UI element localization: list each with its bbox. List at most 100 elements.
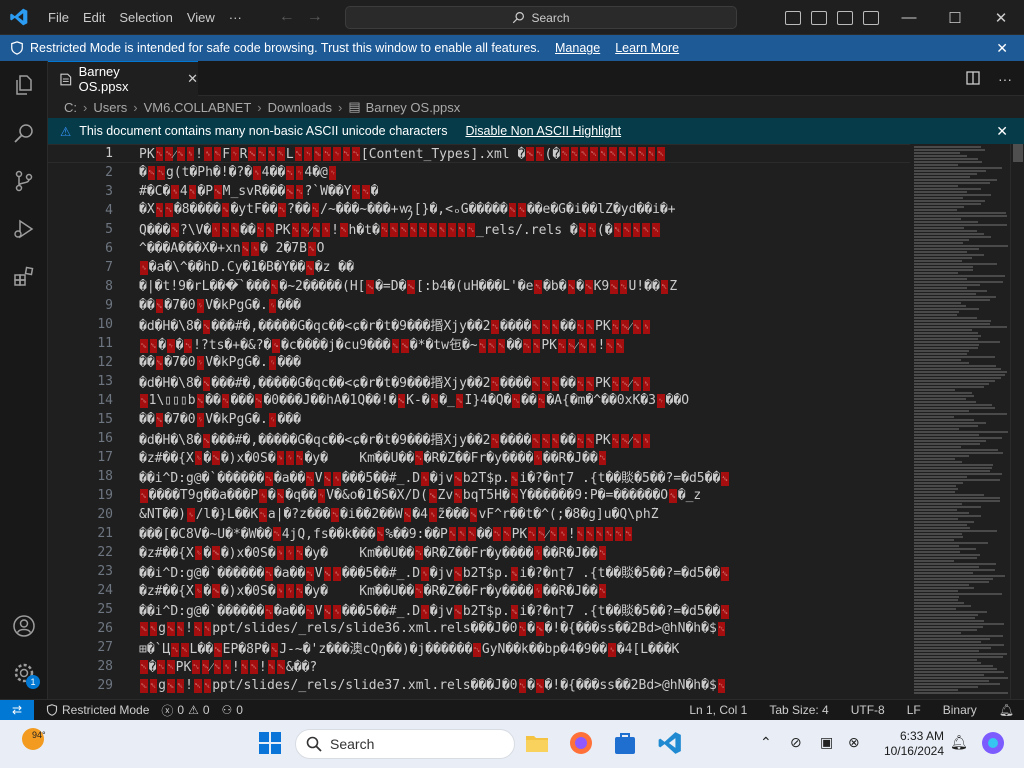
code-line[interactable]: 4 �X ␂ ␃ �8���� ␆ �ytF�� ␃ ?�� ␃/~���~���+ꪃ[}�,<ₒ… [48, 201, 910, 220]
breadcrumb-users[interactable]: Users [93, 100, 127, 115]
cursor-position[interactable]: Ln 1, Col 1 [689, 703, 747, 717]
code-line[interactable]: 21 ���[�C8V�~U�*�W�� ␃ 4jQ,fs��k��� ␆ %��9:��… [48, 524, 910, 543]
menu-file[interactable]: File [41, 6, 76, 29]
minimap-line [914, 623, 1004, 625]
menu-more[interactable]: ··· [222, 6, 249, 29]
line-number: 20 [97, 507, 113, 522]
code-line[interactable]: 3 #�C� ␈ 4 ␀ �P ␅ M_svR��� ␅ ␃ ?`W��Y ␃ ␂ � [48, 182, 910, 201]
minimap-line [914, 686, 979, 688]
disable-highlight-link[interactable]: Disable Non ASCII Highlight [465, 124, 621, 138]
manage-link[interactable]: Manage [555, 41, 600, 55]
code-line[interactable]: 29 ␁ ␀ g ␅ ␀! ␀ ␀ ppt/slides/_rels/slide37.xml.r… [48, 676, 910, 695]
code-line[interactable]: 22 �z#��{X␎�␅�)x�0S�␍␌␃�y� Kmֿ��U��␃�R�Z�… [48, 543, 910, 562]
menu-view[interactable]: View [180, 6, 222, 29]
minimap[interactable] [910, 144, 1010, 699]
code-line[interactable]: 9 �� ␆ �7�0 ␌ V�kPgG�. ␌ ��� [48, 296, 910, 315]
code-line[interactable]: 17 �z#��{X␎�␅�)x�0S�␍␌␃�y� Kmֿ��U��␃�R�Z�… [48, 448, 910, 467]
windows-start-icon[interactable] [257, 730, 283, 756]
code-line[interactable]: 20 &NT��) ␎/l�}L��K ␃ a|�?z��� ␂ �i��2��W ␅ �4 ␈ z… [48, 505, 910, 524]
customize-layout-icon[interactable] [863, 10, 879, 25]
code-line[interactable]: 6 ^���A���X�+xn ␅ ␎ � 2�7B ␆ O [48, 239, 910, 258]
code-line[interactable]: 10 �d�H�\8� ␖ ���#�,�����G�qc��<ɕ�r�t�9���㨉… [48, 315, 910, 334]
vertical-scrollbar[interactable] [1010, 144, 1024, 699]
end-of-line[interactable]: LF [907, 703, 921, 717]
more-actions-icon[interactable]: ··· [998, 71, 1012, 87]
minimap-line [914, 584, 969, 586]
toggle-panel-icon[interactable] [811, 10, 827, 25]
minimize-button[interactable]: — [886, 9, 932, 26]
code-line[interactable]: 11 ␛ ␆ � ␉ � ␃ !?ts�+�&?� ␙ �c����j�cu9��� ␆ ␅ �*�tw… [48, 334, 910, 353]
firefox-icon[interactable] [568, 730, 594, 756]
code-line[interactable]: 12 �� ␆ �7�0 ␌ V�kPgG�. ␌ ��� [48, 353, 910, 372]
menu-edit[interactable]: Edit [76, 6, 112, 29]
code-line[interactable]: 1 PK ␃ ␄ ⁄ ␆ ␈! ␞ ␑ F ␋ R ␅ ␃ ␐ ␑ L ␐ ␋ ␁ ␃ ␋ ␂ ␃ [Content_Types… [48, 144, 910, 163]
forward-arrow-icon[interactable]: → [307, 8, 323, 26]
code-editor[interactable]: 1 PK ␃ ␄ ⁄ ␆ ␈! ␞ ␑ F ␋ R ␅ ␃ ␐ ␑ L ␐ ␋ ␁ ␃ ␋ ␂ ␃ [Content_Types… [48, 144, 910, 699]
close-window-button[interactable]: ✕ [978, 9, 1024, 27]
minimap-line [914, 494, 984, 496]
code-line[interactable]: 24 �z#��{X␎�␅�)x�0S�␍␌␃�y� Kmֿ��U��␃�R�Z�… [48, 581, 910, 600]
display-icon[interactable]: ▣ [820, 734, 833, 751]
breadcrumb-file[interactable]: Barney OS.ppsx [366, 100, 461, 115]
code-line[interactable]: 16 �d�H�\8� ␖ ���#�,�����G�qc��<ɕ�r�t�9���㨉… [48, 429, 910, 448]
system-clock[interactable]: 6:33 AM 10/16/2024 [884, 729, 944, 759]
command-center-search[interactable]: Search [345, 6, 737, 29]
ports-status[interactable]: ⚇ 0 [222, 703, 243, 717]
copilot-icon[interactable] [980, 730, 1006, 756]
notification-bell-icon[interactable]: 🔔︎ [950, 734, 968, 751]
breadcrumb-drive[interactable]: C: [64, 100, 77, 115]
explorer-icon[interactable] [12, 73, 36, 97]
close-icon[interactable]: ✕ [996, 40, 1008, 57]
menu-selection[interactable]: Selection [112, 6, 179, 29]
code-line[interactable]: 26 ␁ ␀ g ␅ ␀! ␀ ␀ ppt/slides/_rels/slide36.xml.r… [48, 619, 910, 638]
split-editor-icon[interactable] [966, 71, 980, 85]
code-line[interactable]: 25 ��i^D:g@�`������ ␃ �a�� ␃ V ␅ ␈ ���5��#_.D ␈ �j… [48, 600, 910, 619]
code-line[interactable]: 23 ��i^D:g@�`������ ␃ �a�� ␃ V ␅ ␈ ���5��#_.D ␈ �j… [48, 562, 910, 581]
code-line[interactable]: 27 ⊞�`Ц ␃ ␀ L�� ␅ EP�8P� ␆ J-~�'z���澳cQŋ��)�j���… [48, 638, 910, 657]
source-control-icon[interactable] [12, 169, 36, 193]
tab-barney-os[interactable]: Barney OS.ppsx ✕ [48, 61, 198, 96]
line-content: ��i^D:g@�`������ ␃ �a�� ␃ V ␅ ␈ ���5��#_.D ␈ �jv ␅… [139, 566, 729, 581]
minimap-line [914, 407, 995, 409]
chevron-up-icon[interactable]: ⌃ [760, 734, 772, 751]
code-line[interactable]: 15 �� ␆ �7�0 ␌ V�kPgG�. ␌ ��� [48, 410, 910, 429]
accounts-icon[interactable] [12, 614, 36, 638]
code-line[interactable]: 13 �d�H�\8� ␖ ���#�,�����G�qc��<ɕ�r�t�9���㨉… [48, 372, 910, 391]
code-line[interactable]: 7 ␎ �a�\^��hD.Cy�1�B�Y�� ␆ �z �� [48, 258, 910, 277]
notifications-bell-icon[interactable]: 🔔︎ [999, 703, 1014, 717]
scrollbar-thumb[interactable] [1013, 144, 1023, 162]
maximize-button[interactable]: ☐ [932, 9, 978, 27]
volume-icon[interactable]: ⊗ [848, 734, 860, 751]
toggle-secondary-sidebar-icon[interactable] [837, 10, 853, 25]
back-arrow-icon[interactable]: ← [279, 8, 295, 26]
search-sidebar-icon[interactable] [12, 121, 36, 145]
vscode-taskbar-icon[interactable] [657, 730, 683, 756]
breadcrumb-downloads[interactable]: Downloads [268, 100, 332, 115]
file-explorer-icon[interactable] [524, 730, 550, 756]
code-line[interactable]: 8 �|�t!9�rL���͝`���␇�~2�����(H[␅�=D�␅[:b4… [48, 277, 910, 296]
problems-status[interactable]: ⓧ 0 ⚠ 0 [161, 702, 209, 719]
breadcrumb-user[interactable]: VM6.COLLABNET [144, 100, 252, 115]
microsoft-store-icon[interactable] [612, 730, 638, 756]
code-line[interactable]: 18 ��i^D:g@�`������ ␃ �a�� ␃ V ␅ ␈ ���5��#_.D ␈ �j… [48, 467, 910, 486]
extensions-icon[interactable] [12, 265, 36, 289]
remote-indicator-icon[interactable]: ⇄ [0, 699, 34, 721]
close-icon[interactable]: ✕ [996, 123, 1008, 140]
line-content: ␆ ����T9g��a���P ␎ � ␖ �q�� ␋ V�&o�1�S�X/D(␅ Zv ␇… [140, 488, 702, 503]
taskbar-search[interactable]: Search [295, 729, 515, 759]
close-tab-icon[interactable]: ✕ [187, 71, 198, 87]
restricted-mode-status[interactable]: Restricted Mode [46, 703, 149, 717]
code-line[interactable]: 2 � ␄ ␃ g(t�Ph�!�?� ␈ 4�� ␂ ␋ 4�@ ␋ [48, 163, 910, 182]
line-number: 12 [97, 355, 113, 370]
language-mode[interactable]: Binary [943, 703, 977, 717]
toggle-primary-sidebar-icon[interactable] [785, 10, 801, 25]
code-line[interactable]: 5 Q��� ␕ ?\V� ␏ ␀ ␀ �� ␃ ␀ PK ␃ ␄ ⁄ ␆ ␈! ␀ h�t� ␃ ␀ ␀ ␀ ␂ ␀ ␀ ␋ ␀ ␃… [48, 220, 910, 239]
network-icon[interactable]: ⊘ [790, 734, 802, 751]
code-line[interactable]: 14 ␛ 1\▯▯▯b ␆ �� ␃ ��� ␄ �0���J��hA�1Q��!� ␅ K-� ␃ �… [48, 391, 910, 410]
code-line[interactable]: 28 ␀ � ␃ ␀ PK ␃ ␄ ⁄ ␆ ␈! ␀ ␀! ␀ ␀ &��? [48, 657, 910, 676]
run-debug-icon[interactable] [12, 217, 36, 241]
code-line[interactable]: 19 ␆ ����T9g��a���P ␎ � ␖ �q�� ␋ V�&o�1�S�X/D(␅ Z… [48, 486, 910, 505]
tab-size[interactable]: Tab Size: 4 [769, 703, 828, 717]
learn-more-link[interactable]: Learn More [615, 41, 679, 55]
encoding[interactable]: UTF-8 [851, 703, 885, 717]
